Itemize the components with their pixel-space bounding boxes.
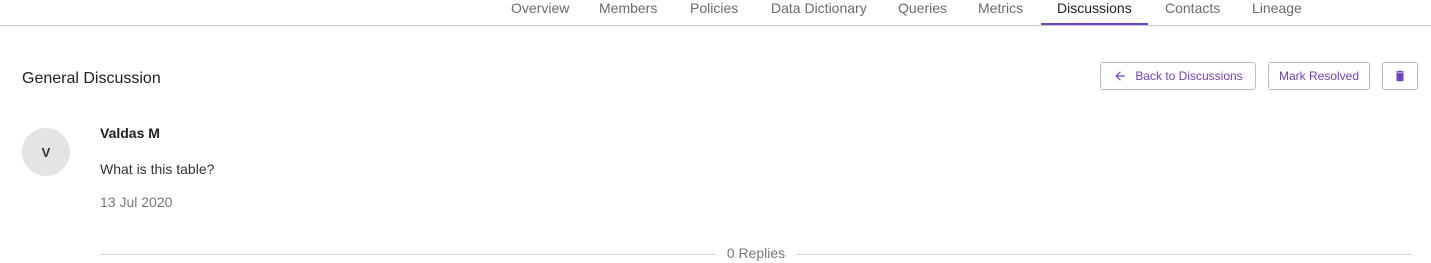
active-tab-indicator [1041,23,1148,25]
tab-lineage[interactable]: Lineage [1252,0,1302,26]
post-date: 13 Jul 2020 [100,194,173,210]
avatar-initial: V [41,144,51,160]
replies-divider-left [100,254,716,255]
mark-resolved-label: Mark Resolved [1278,69,1360,83]
arrow-left-icon [1113,69,1127,83]
back-to-discussions-button[interactable]: Back to Discussions [1100,62,1256,90]
avatar: V [22,128,70,176]
discussion-title: General Discussion [22,70,161,87]
back-to-discussions-label: Back to Discussions [1135,69,1243,83]
tab-overview[interactable]: Overview [511,0,569,26]
post-message: What is this table? [100,161,215,177]
tab-members[interactable]: Members [599,0,657,26]
tab-metrics[interactable]: Metrics [978,0,1023,26]
tab-contacts[interactable]: Contacts [1165,0,1220,26]
trash-icon [1393,68,1407,84]
delete-button[interactable] [1382,62,1418,90]
replies-count: 0 Replies [726,245,786,261]
replies-divider-right [796,254,1412,255]
post-author: Valdas M [100,125,160,141]
tab-queries[interactable]: Queries [898,0,947,26]
tab-bar: Overview Members Policies Data Dictionar… [0,0,1431,26]
tab-policies[interactable]: Policies [690,0,738,26]
tab-data-dictionary[interactable]: Data Dictionary [771,0,867,26]
mark-resolved-button[interactable]: Mark Resolved [1268,62,1370,90]
